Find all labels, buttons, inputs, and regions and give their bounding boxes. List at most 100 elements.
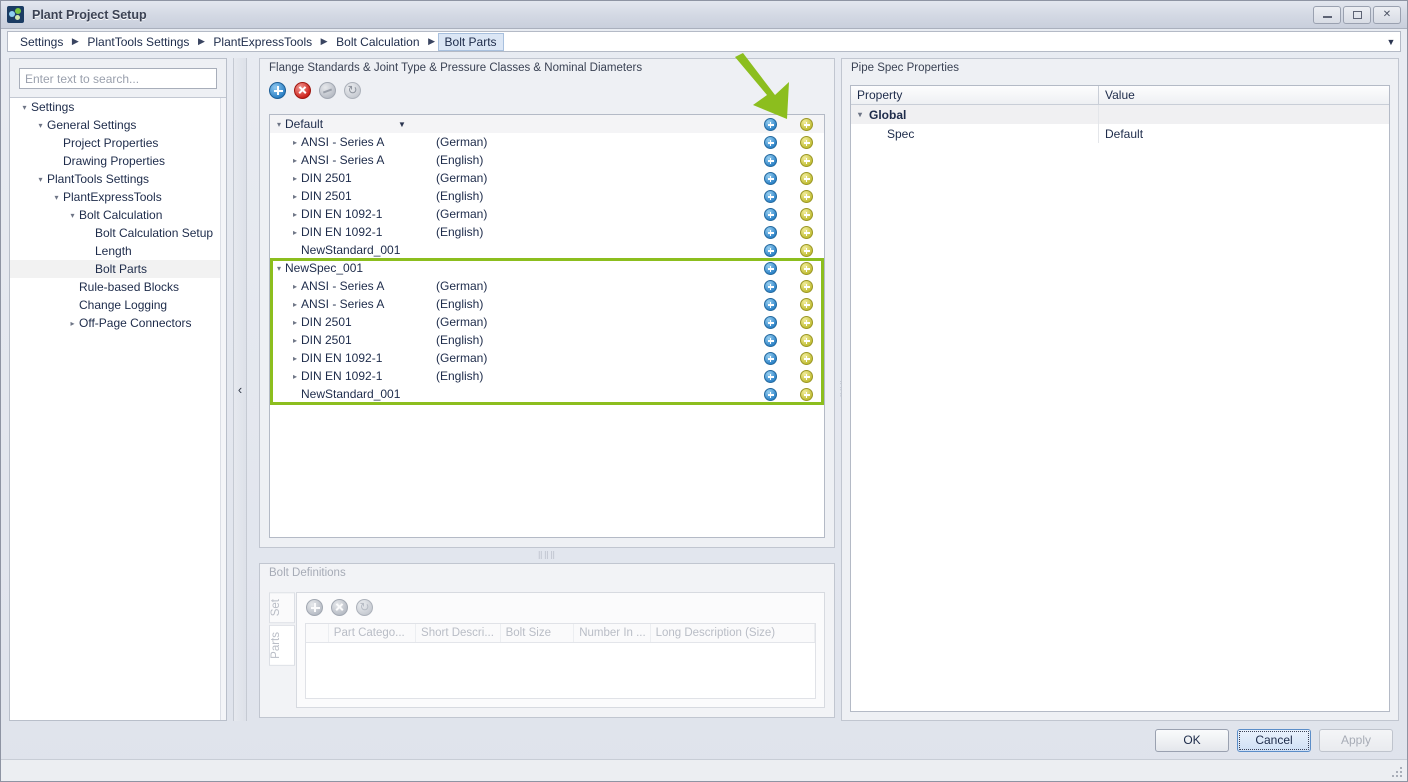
sidebar-collapse-handle[interactable]: ‹ bbox=[233, 58, 247, 721]
tab-parts[interactable]: Parts bbox=[269, 625, 295, 667]
tab-set[interactable]: Set bbox=[269, 592, 295, 624]
add-child-icon[interactable] bbox=[764, 334, 777, 347]
expand-toggle-icon[interactable]: ▸ bbox=[289, 156, 301, 165]
add-child-icon[interactable] bbox=[764, 352, 777, 365]
add-sibling-icon[interactable] bbox=[800, 136, 813, 149]
breadcrumb-item-planttools-settings[interactable]: PlantTools Settings bbox=[81, 33, 195, 51]
expand-toggle-icon[interactable]: ▸ bbox=[289, 210, 301, 219]
resize-grip-icon[interactable] bbox=[1390, 765, 1402, 777]
horizontal-splitter[interactable]: ⣿⣿⣿ bbox=[259, 550, 835, 560]
sidebar-item-drawing-properties[interactable]: Drawing Properties bbox=[10, 152, 226, 170]
add-child-icon[interactable] bbox=[764, 298, 777, 311]
flange-row[interactable]: ▸ ANSI - Series A (English) bbox=[270, 151, 824, 169]
column-header-value[interactable]: Value bbox=[1099, 86, 1141, 104]
expand-toggle-icon[interactable]: ▾ bbox=[34, 175, 47, 184]
expand-toggle-icon[interactable]: ▸ bbox=[289, 354, 301, 363]
sidebar-item-change-logging[interactable]: Change Logging bbox=[10, 296, 226, 314]
add-child-icon[interactable] bbox=[764, 370, 777, 383]
expand-toggle-icon[interactable]: ▾ bbox=[273, 264, 285, 273]
add-child-icon[interactable] bbox=[764, 280, 777, 293]
expand-toggle-icon[interactable]: ▾ bbox=[50, 193, 63, 202]
flange-row[interactable]: NewStandard_001 bbox=[270, 241, 824, 259]
sidebar-item-bolt-calculation[interactable]: ▾ Bolt Calculation bbox=[10, 206, 226, 224]
column-header-property[interactable]: Property bbox=[851, 86, 1099, 104]
chevron-down-icon[interactable]: ▼ bbox=[398, 120, 406, 129]
expand-toggle-icon[interactable]: ▾ bbox=[273, 120, 285, 129]
sidebar-item-bolt-calculation-setup[interactable]: Bolt Calculation Setup bbox=[10, 224, 226, 242]
sidebar-item-off-page-connectors[interactable]: ▸ Off-Page Connectors bbox=[10, 314, 226, 332]
add-sibling-icon[interactable] bbox=[800, 118, 813, 131]
sidebar-scrollbar[interactable] bbox=[220, 98, 226, 720]
add-sibling-icon[interactable] bbox=[800, 208, 813, 221]
add-sibling-icon[interactable] bbox=[800, 280, 813, 293]
breadcrumb-item-bolt-parts[interactable]: Bolt Parts bbox=[437, 32, 504, 51]
flange-row[interactable]: ▸ DIN 2501 (English) bbox=[270, 187, 824, 205]
add-sibling-icon[interactable] bbox=[800, 172, 813, 185]
add-child-icon[interactable] bbox=[764, 136, 777, 149]
expand-toggle-icon[interactable]: ▾ bbox=[851, 110, 869, 119]
expand-toggle-icon[interactable]: ▸ bbox=[289, 282, 301, 291]
add-sibling-icon[interactable] bbox=[800, 316, 813, 329]
sidebar-item-length[interactable]: Length bbox=[10, 242, 226, 260]
expand-toggle-icon[interactable]: ▾ bbox=[66, 211, 79, 220]
expand-toggle-icon[interactable]: ▸ bbox=[289, 336, 301, 345]
expand-toggle-icon[interactable]: ▸ bbox=[289, 228, 301, 237]
breadcrumb-item-settings[interactable]: Settings bbox=[14, 33, 69, 51]
sidebar-item-rule-based-blocks[interactable]: Rule-based Blocks bbox=[10, 278, 226, 296]
add-sibling-icon[interactable] bbox=[800, 370, 813, 383]
add-sibling-icon[interactable] bbox=[800, 334, 813, 347]
flange-row[interactable]: ▾ NewSpec_001 bbox=[270, 259, 824, 277]
expand-toggle-icon[interactable]: ▸ bbox=[66, 319, 79, 328]
add-sibling-icon[interactable] bbox=[800, 244, 813, 257]
sidebar-item-project-properties[interactable]: Project Properties bbox=[10, 134, 226, 152]
search-input[interactable] bbox=[19, 68, 217, 89]
add-child-icon[interactable] bbox=[764, 316, 777, 329]
sidebar-item-settings[interactable]: ▾ Settings bbox=[10, 98, 226, 116]
add-child-icon[interactable] bbox=[764, 226, 777, 239]
flange-row[interactable]: ▸ DIN 2501 (German) bbox=[270, 169, 824, 187]
property-value[interactable]: Default bbox=[1099, 127, 1389, 141]
add-sibling-icon[interactable] bbox=[800, 388, 813, 401]
maximize-button[interactable] bbox=[1343, 5, 1371, 24]
flange-row[interactable]: ▸ DIN 2501 (English) bbox=[270, 331, 824, 349]
add-icon[interactable] bbox=[269, 81, 286, 99]
add-child-icon[interactable] bbox=[764, 172, 777, 185]
expand-toggle-icon[interactable]: ▸ bbox=[289, 318, 301, 327]
breadcrumb-item-bolt-calculation[interactable]: Bolt Calculation bbox=[330, 33, 425, 51]
sidebar-item-planttools-settings[interactable]: ▾ PlantTools Settings bbox=[10, 170, 226, 188]
add-child-icon[interactable] bbox=[764, 190, 777, 203]
property-row[interactable]: Spec Default bbox=[851, 124, 1389, 143]
add-child-icon[interactable] bbox=[764, 208, 777, 221]
minimize-button[interactable] bbox=[1313, 5, 1341, 24]
add-sibling-icon[interactable] bbox=[800, 352, 813, 365]
expand-toggle-icon[interactable]: ▾ bbox=[18, 103, 31, 112]
flange-row[interactable]: ▸ ANSI - Series A (German) bbox=[270, 133, 824, 151]
close-icon[interactable]: ✕ bbox=[1373, 5, 1401, 24]
breadcrumb-dropdown-icon[interactable]: ▼ bbox=[1382, 37, 1400, 47]
flange-row[interactable]: ▸ DIN EN 1092-1 (German) bbox=[270, 205, 824, 223]
add-child-icon[interactable] bbox=[764, 118, 777, 131]
add-sibling-icon[interactable] bbox=[800, 262, 813, 275]
sidebar-item-plantexpresstools[interactable]: ▾ PlantExpressTools bbox=[10, 188, 226, 206]
add-sibling-icon[interactable] bbox=[800, 190, 813, 203]
flange-row[interactable]: ▸ DIN EN 1092-1 (English) bbox=[270, 367, 824, 385]
add-sibling-icon[interactable] bbox=[800, 298, 813, 311]
cancel-button[interactable]: Cancel bbox=[1237, 728, 1311, 752]
expand-toggle-icon[interactable]: ▸ bbox=[289, 300, 301, 309]
flange-row[interactable]: ▸ ANSI - Series A (German) bbox=[270, 277, 824, 295]
add-child-icon[interactable] bbox=[764, 244, 777, 257]
property-row[interactable]: ▾ Global bbox=[851, 105, 1389, 124]
add-child-icon[interactable] bbox=[764, 262, 777, 275]
flange-row[interactable]: ▾ Default ▼ bbox=[270, 115, 824, 133]
expand-toggle-icon[interactable]: ▸ bbox=[289, 192, 301, 201]
delete-icon[interactable] bbox=[294, 81, 311, 99]
expand-toggle-icon[interactable]: ▸ bbox=[289, 372, 301, 381]
add-sibling-icon[interactable] bbox=[800, 154, 813, 167]
add-child-icon[interactable] bbox=[764, 388, 777, 401]
expand-toggle-icon[interactable]: ▾ bbox=[34, 121, 47, 130]
expand-toggle-icon[interactable]: ▸ bbox=[289, 138, 301, 147]
flange-row[interactable]: ▸ DIN 2501 (German) bbox=[270, 313, 824, 331]
flange-row[interactable]: NewStandard_001 bbox=[270, 385, 824, 403]
add-child-icon[interactable] bbox=[764, 154, 777, 167]
expand-toggle-icon[interactable]: ▸ bbox=[289, 174, 301, 183]
